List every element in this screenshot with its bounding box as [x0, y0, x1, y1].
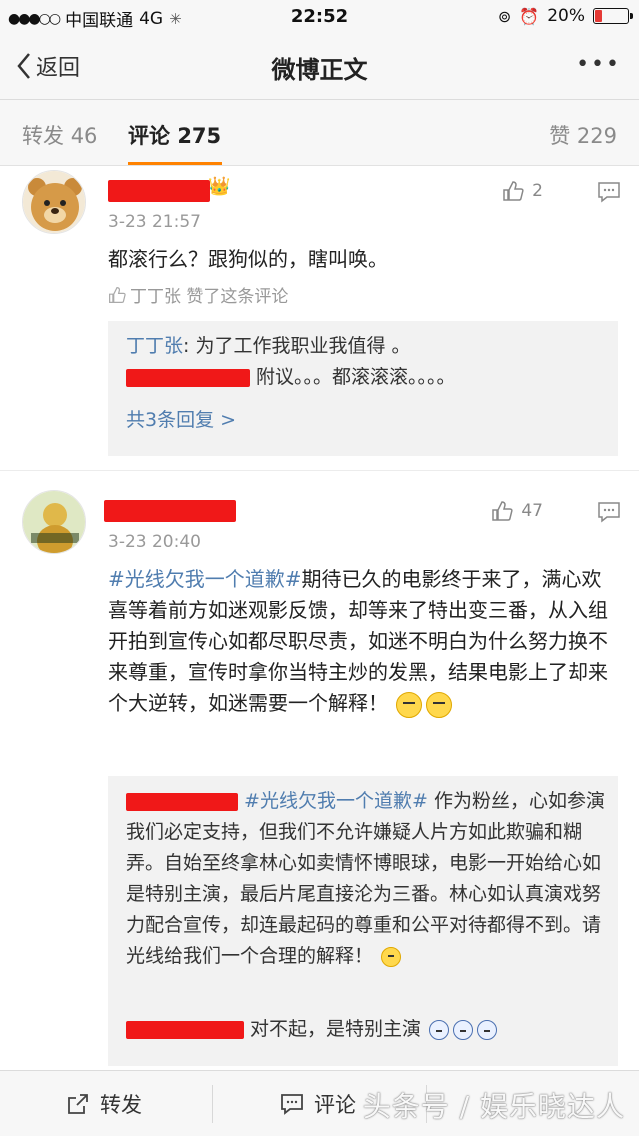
- scared-emoji-icon: [453, 1019, 474, 1040]
- like-button[interactable]: 2: [502, 180, 543, 202]
- reply-username[interactable]: 丁丁张: [126, 335, 183, 357]
- comment-icon: [281, 1094, 303, 1115]
- smile-emoji-icon: [381, 946, 402, 967]
- comment-button[interactable]: 评论: [280, 1089, 356, 1119]
- tab-comment-label: 评论: [128, 124, 170, 148]
- comment-item: 3-23 20:40 47 #光线欠我一个道歉#期待已久的电影终于来了，满心欢喜…: [0, 480, 639, 1070]
- reply-preview-box[interactable]: #光线欠我一个道歉# 作为粉丝，心如参演我们必定支持，但我们不允许嫌疑人片方如此…: [108, 776, 618, 1066]
- redacted-username: [108, 180, 210, 202]
- tab-repost[interactable]: 转发 46: [22, 120, 97, 150]
- thumbs-up-icon: [109, 286, 126, 303]
- thumbs-up-icon: [503, 181, 524, 201]
- status-bar: ●●●○○ 中国联通 4G ✳ 22:52 ⊚ ⏰ 20%: [0, 0, 639, 34]
- tab-like-count: 229: [576, 124, 617, 148]
- alarm-icon: ⏰: [519, 6, 540, 26]
- like-button[interactable]: 47: [491, 500, 543, 522]
- reply-icon[interactable]: [597, 181, 621, 203]
- redacted-username: [126, 792, 238, 811]
- liked-by-author: 丁丁张 赞了这条评论: [108, 282, 288, 307]
- bear-avatar-icon: [23, 171, 85, 233]
- member-badge-icon: 👑: [208, 176, 231, 197]
- active-tab-indicator: [128, 162, 222, 165]
- reply-preview-box[interactable]: 丁丁张: 为了工作我职业我值得 。 附议。。。都滚滚滚。。。。 共3条回复 >: [108, 321, 618, 456]
- topic-hashtag[interactable]: #光线欠我一个道歉#: [244, 790, 428, 812]
- redacted-username: [126, 1020, 244, 1039]
- comment-text: #光线欠我一个道歉#期待已久的电影终于来了，满心欢喜等着前方如迷观影反馈，却等来…: [108, 564, 618, 719]
- tab-repost-count: 46: [70, 124, 98, 148]
- more-options-button[interactable]: •••: [576, 52, 621, 77]
- tab-comment[interactable]: 评论 275: [128, 120, 221, 150]
- rotation-lock-icon: ⊚: [497, 6, 512, 26]
- comment-item: 👑 3-23 21:57 2 都滚行么？跟狗似的，瞎叫唤。 丁丁张 赞了这条评论…: [0, 166, 639, 471]
- battery-icon: [593, 8, 633, 24]
- tab-like[interactable]: 赞 229: [549, 120, 617, 150]
- figure-avatar-icon: [23, 491, 85, 553]
- avatar[interactable]: [22, 170, 86, 234]
- page-title: 微博正文: [271, 56, 368, 84]
- repost-label: 转发: [100, 1093, 142, 1117]
- view-all-replies-link[interactable]: 共3条回复 >: [126, 405, 606, 436]
- reply-line: #光线欠我一个道歉# 作为粉丝，心如参演我们必定支持，但我们不允许嫌疑人片方如此…: [126, 786, 606, 972]
- tab-repost-label: 转发: [22, 124, 64, 148]
- reply-text: : 为了工作我职业我值得 。: [183, 335, 411, 357]
- reply-line: 附议。。。都滚滚滚。。。。: [126, 362, 606, 393]
- reply-text: 对不起，是特别主演: [250, 1018, 422, 1040]
- battery-percent: 20%: [547, 6, 585, 26]
- reply-text: 附议。。。都滚滚滚。。。。: [256, 366, 456, 388]
- avatar[interactable]: [22, 490, 86, 554]
- reply-line: 对不起，是特别主演: [126, 1014, 606, 1045]
- scared-emoji-icon: [429, 1019, 450, 1040]
- comment-label: 评论: [314, 1093, 356, 1117]
- repost-button[interactable]: 转发: [66, 1089, 142, 1119]
- reply-icon[interactable]: [597, 501, 621, 523]
- share-icon: [68, 1094, 88, 1114]
- thumbs-up-icon: [492, 501, 513, 521]
- battery-level: [595, 10, 602, 22]
- reply-text: 作为粉丝，心如参演我们必定支持，但我们不允许嫌疑人片方如此欺骗和糊弄。自始至终拿…: [126, 790, 605, 967]
- comment-time: 3-23 21:57: [108, 212, 201, 232]
- scared-emoji-icon: [477, 1019, 498, 1040]
- tab-comment-count: 275: [177, 124, 222, 148]
- comment-text: 都滚行么？跟狗似的，瞎叫唤。: [108, 247, 388, 271]
- emoji-icon: [426, 691, 453, 718]
- watermark-text: 头条号 / 娱乐晓达人: [362, 1090, 625, 1123]
- reply-line: 丁丁张: 为了工作我职业我值得 。: [126, 331, 606, 362]
- redacted-username: [126, 368, 250, 387]
- topic-hashtag[interactable]: #光线欠我一个道歉#: [108, 567, 302, 591]
- redacted-username: [104, 500, 236, 522]
- emoji-icon: [396, 691, 423, 718]
- tab-like-label: 赞: [549, 124, 571, 148]
- divider: [212, 1085, 213, 1123]
- like-count: 47: [521, 501, 543, 521]
- like-count: 2: [532, 181, 543, 201]
- detail-tabs: 转发 46 评论 275 赞 229: [0, 100, 639, 166]
- bottom-action-bar: 转发 评论 头条号 / 娱乐晓达人: [0, 1070, 639, 1136]
- liked-by-text: 丁丁张 赞了这条评论: [130, 287, 289, 307]
- comment-time: 3-23 20:40: [108, 532, 201, 552]
- navigation-bar: 返回 微博正文 •••: [0, 34, 639, 100]
